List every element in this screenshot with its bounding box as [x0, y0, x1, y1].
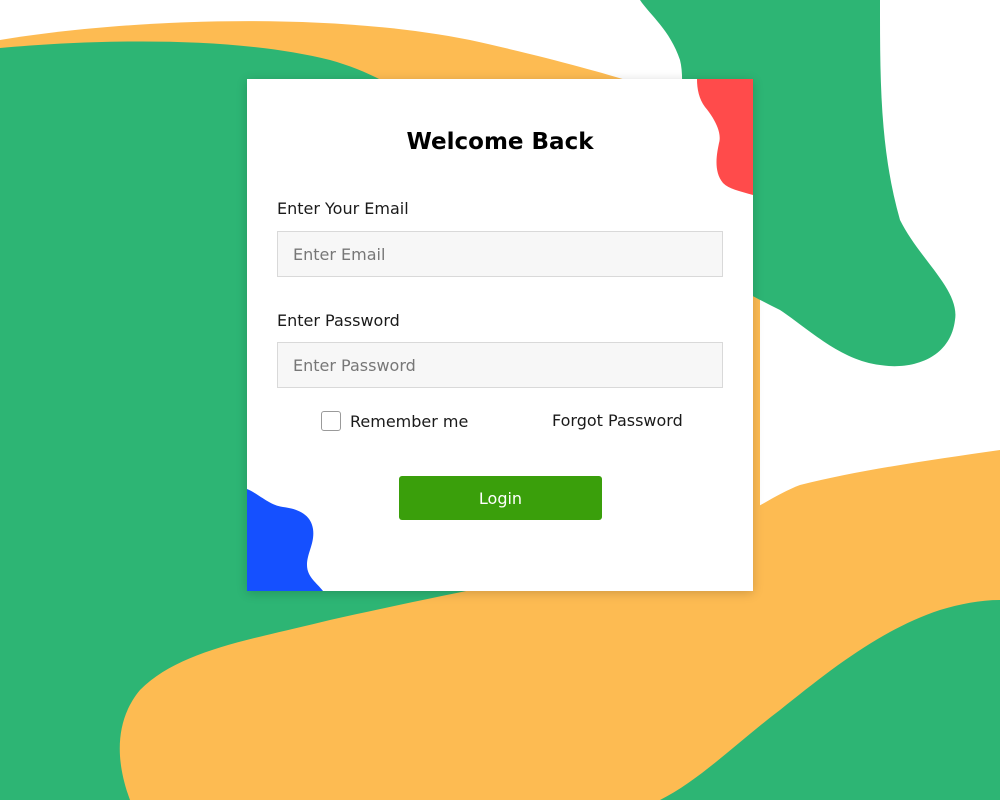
forgot-password-link[interactable]: Forgot Password: [552, 411, 683, 430]
email-label: Enter Your Email: [277, 199, 409, 218]
email-input[interactable]: [277, 231, 723, 277]
login-button[interactable]: Login: [399, 476, 602, 520]
login-page: Welcome Back Enter Your Email Enter Pass…: [0, 0, 1000, 800]
remember-me-checkbox[interactable]: [321, 411, 341, 431]
password-input[interactable]: [277, 342, 723, 388]
login-card: Welcome Back Enter Your Email Enter Pass…: [247, 79, 753, 591]
page-title: Welcome Back: [406, 129, 594, 155]
remember-me-label: Remember me: [350, 411, 469, 431]
password-label: Enter Password: [277, 311, 400, 330]
remember-me-option[interactable]: Remember me: [321, 410, 468, 432]
blue-corner-blob: [247, 489, 323, 591]
